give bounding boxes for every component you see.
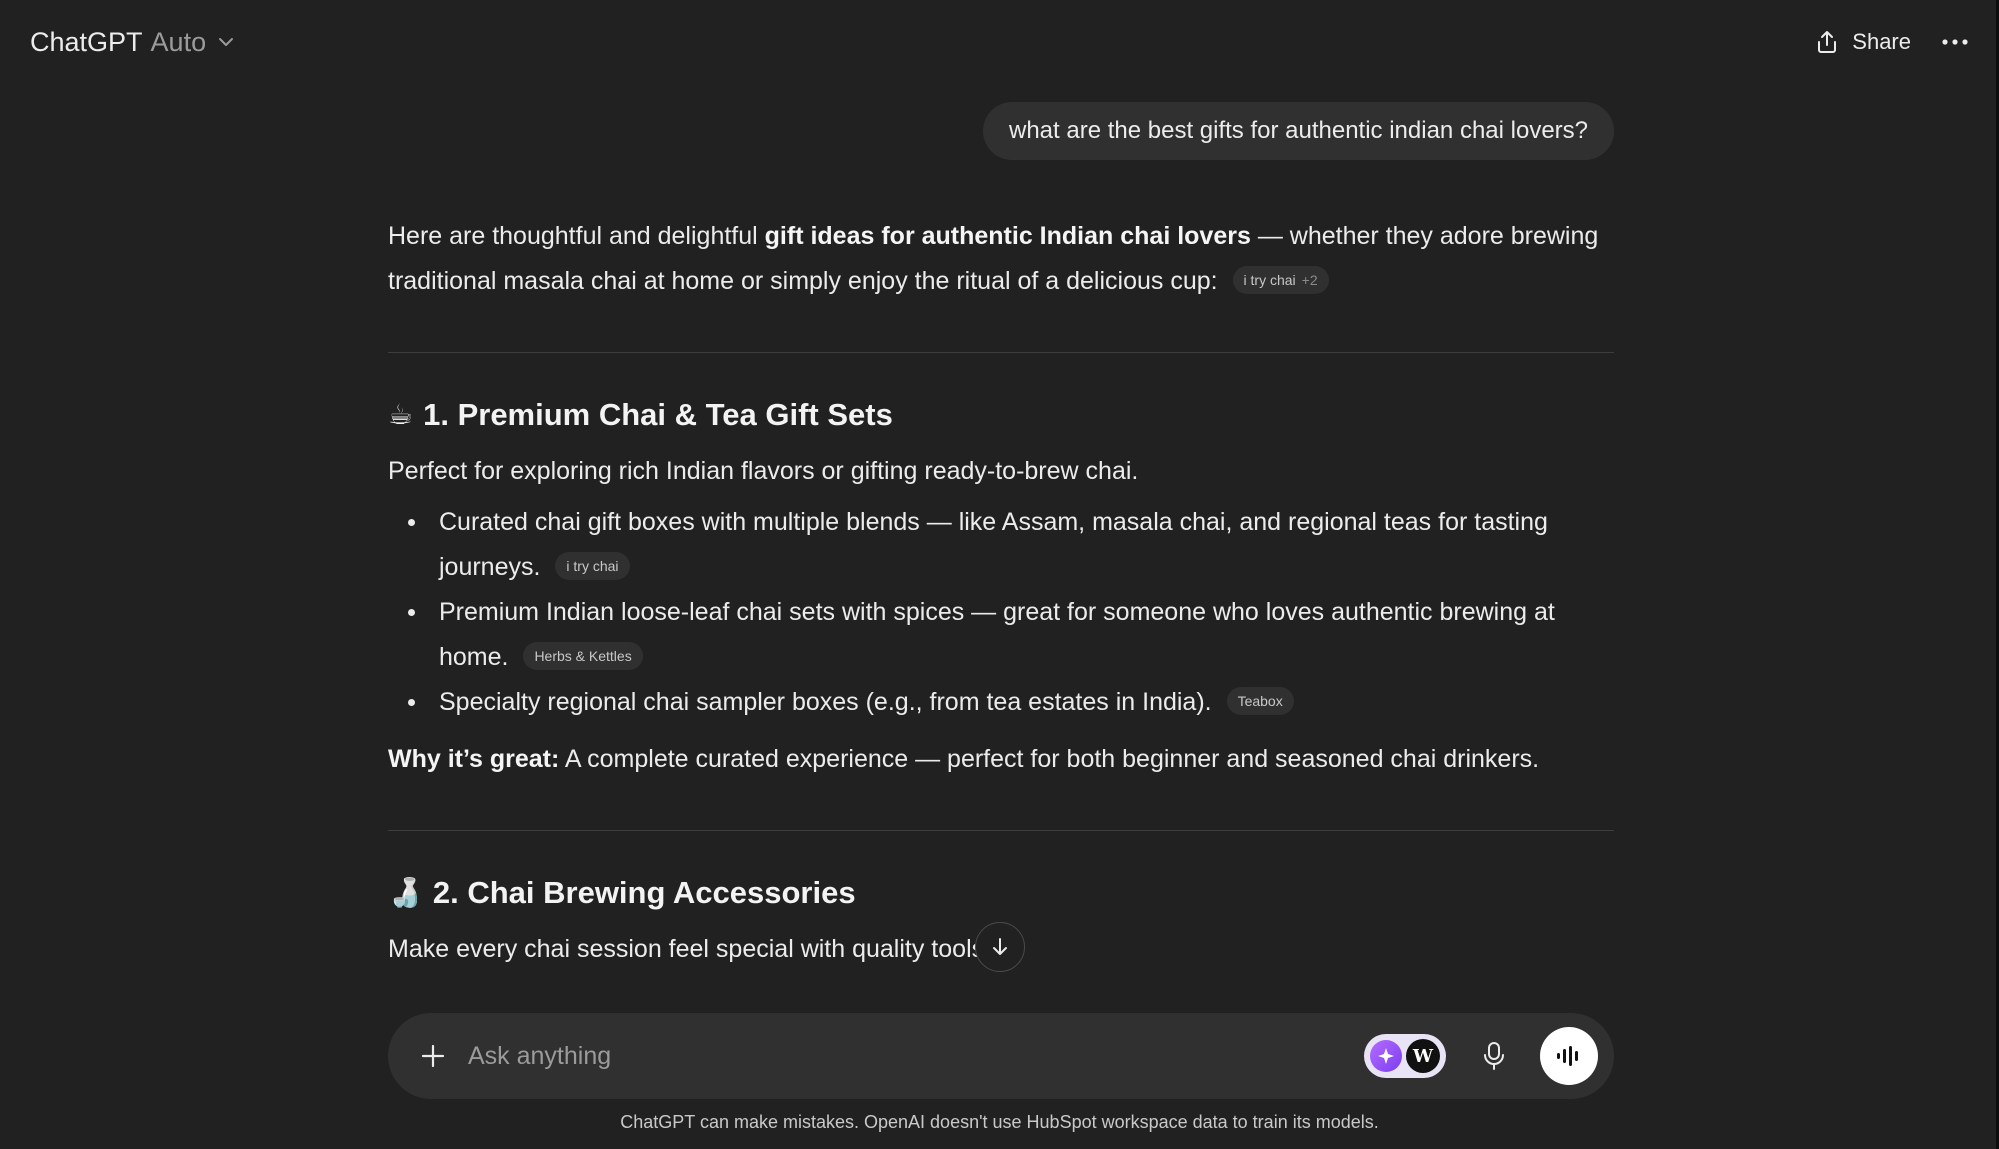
- source-chip[interactable]: Herbs & Kettles: [523, 642, 643, 671]
- why-paragraph: Why it’s great: A complete curated exper…: [388, 737, 1614, 782]
- attach-button[interactable]: [416, 1039, 450, 1073]
- plus-icon: [421, 1044, 445, 1068]
- section-divider: [388, 352, 1614, 353]
- intro-paragraph: Here are thoughtful and delightful gift …: [388, 214, 1614, 304]
- list-item-text: Specialty regional chai sampler boxes (e…: [439, 688, 1212, 716]
- source-chip-count: +2: [1301, 272, 1318, 289]
- share-label: Share: [1852, 29, 1911, 54]
- list-item: Premium Indian loose-leaf chai sets with…: [388, 590, 1614, 680]
- top-bar: ChatGPT Auto Share: [0, 0, 1999, 84]
- more-options-button[interactable]: [1941, 38, 1969, 46]
- assistant-message: Here are thoughtful and delightful gift …: [388, 214, 1614, 972]
- arrow-down-icon: [993, 938, 1007, 955]
- user-message: what are the best gifts for authentic in…: [983, 102, 1614, 160]
- extension-w-icon: W: [1406, 1039, 1440, 1073]
- disclaimer: ChatGPT can make mistakes. OpenAI doesn'…: [620, 1112, 1379, 1132]
- chatgpt-window: ChatGPT Auto Share what are the best gif…: [0, 0, 1999, 1149]
- model-selector[interactable]: ChatGPT Auto: [30, 27, 236, 58]
- section-title-text: 2. Chai Brewing Accessories: [432, 875, 856, 910]
- section-title-text: 1. Premium Chai & Tea Gift Sets: [423, 397, 893, 432]
- voice-wave-icon: [1557, 1046, 1578, 1066]
- chevron-down-icon: [219, 38, 234, 46]
- section-heading: ☕ 1. Premium Chai & Tea Gift Sets: [388, 395, 1614, 435]
- why-text: A complete curated experience — perfect …: [559, 745, 1540, 773]
- intro-bold: gift ideas for authentic Indian chai lov…: [764, 222, 1251, 250]
- tea-cup-icon: ☕: [388, 399, 414, 430]
- list-item: Curated chai gift boxes with multiple bl…: [388, 500, 1614, 590]
- list-item: Specialty regional chai sampler boxes (e…: [388, 680, 1614, 725]
- section-heading: 🍶 2. Chai Brewing Accessories: [388, 873, 1614, 913]
- header-actions: Share: [1814, 29, 1969, 55]
- section-divider: [388, 830, 1614, 831]
- voice-mode-button[interactable]: [1540, 1027, 1598, 1085]
- extension-toggle[interactable]: W: [1364, 1034, 1446, 1078]
- user-message-row: what are the best gifts for authentic in…: [388, 102, 1614, 160]
- share-button[interactable]: Share: [1814, 29, 1911, 55]
- more-horizontal-icon: [1942, 39, 1968, 45]
- source-chip[interactable]: i try chai: [555, 552, 630, 581]
- composer: W: [388, 1013, 1614, 1099]
- source-chip[interactable]: Teabox: [1226, 687, 1294, 716]
- microphone-icon: [1484, 1042, 1504, 1070]
- prompt-input[interactable]: [468, 1041, 1364, 1071]
- app-name: ChatGPT: [30, 26, 143, 57]
- why-label: Why it’s great:: [388, 745, 560, 773]
- conversation: what are the best gifts for authentic in…: [388, 84, 1614, 972]
- dictate-button[interactable]: [1472, 1034, 1516, 1078]
- sparkle-icon: [1370, 1040, 1402, 1072]
- share-icon: [1818, 31, 1837, 53]
- source-chip[interactable]: i try chai +2: [1232, 266, 1329, 295]
- gift-list: Curated chai gift boxes with multiple bl…: [388, 500, 1614, 725]
- bottle-icon: 🍶: [388, 877, 423, 908]
- model-variant: Auto: [150, 26, 207, 57]
- source-chip-label: i try chai: [1243, 272, 1296, 289]
- intro-text-start: Here are thoughtful and delightful: [388, 222, 765, 250]
- section-intro: Perfect for exploring rich Indian flavor…: [388, 457, 1139, 485]
- scroll-to-bottom-button[interactable]: [975, 922, 1025, 972]
